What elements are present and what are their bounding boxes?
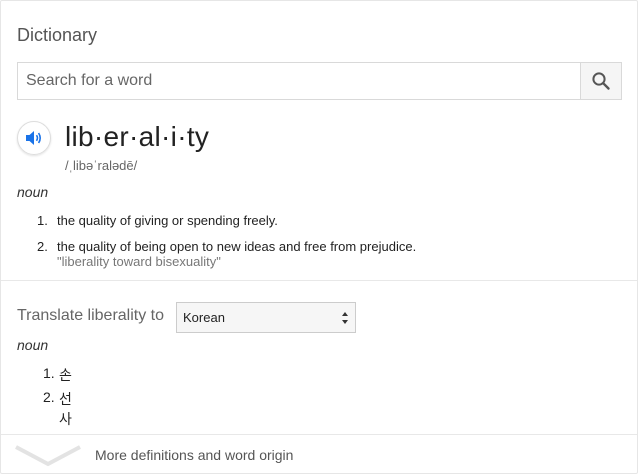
definition-example: "liberality toward bisexuality" (57, 254, 221, 269)
search-icon (592, 72, 610, 90)
search-box (17, 62, 622, 100)
phonetic-spelling: /ˌlibəˈralədē/ (65, 158, 138, 173)
more-definitions-button[interactable]: More definitions and word origin (1, 435, 637, 473)
translation-number: 1. (43, 365, 55, 381)
more-definitions-label: More definitions and word origin (95, 447, 294, 463)
translation-number: 2. (43, 389, 55, 405)
part-of-speech: noun (17, 184, 49, 200)
definition-text: the quality of giving or spending freely… (57, 213, 278, 228)
definition-text: the quality of being open to new ideas a… (57, 239, 417, 254)
chevron-down-icon (15, 445, 81, 467)
dictionary-card: Dictionary lib·er·al·i·ty /ˌlibəˈralədē/… (0, 0, 638, 474)
language-select-value: Korean (183, 310, 225, 325)
language-select[interactable]: Korean (176, 302, 356, 333)
pronunciation-button[interactable] (17, 121, 51, 155)
search-input[interactable] (18, 63, 580, 99)
translate-label: Translate liberality to (17, 307, 165, 324)
translation-text: 손 (59, 367, 72, 383)
translation-part-of-speech: noun (17, 337, 49, 353)
definition-number: 1. (37, 213, 48, 228)
translation-text: 선사 (59, 391, 72, 427)
search-button[interactable] (580, 63, 621, 99)
select-arrows-icon (342, 312, 348, 324)
section-divider (1, 280, 637, 281)
speaker-icon (26, 131, 41, 145)
definition-number: 2. (37, 239, 48, 254)
headword: lib·er·al·i·ty (65, 121, 210, 152)
card-title: Dictionary (17, 25, 98, 45)
